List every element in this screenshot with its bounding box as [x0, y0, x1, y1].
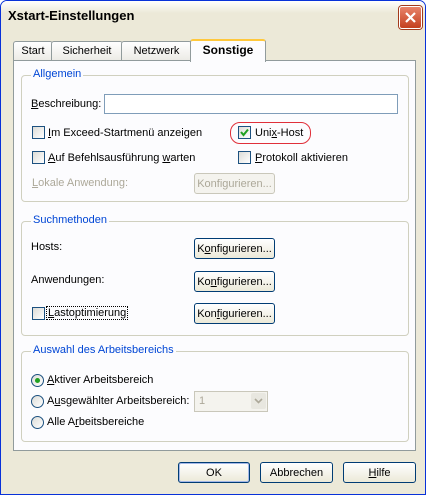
group-arbeitsbereich-title: Auswahl des Arbeitsbereichs [31, 344, 176, 356]
group-suchmethoden-title: Suchmethoden [31, 214, 109, 226]
abbrechen-button[interactable]: Abbrechen [260, 462, 333, 483]
tab-start[interactable]: Start [13, 41, 53, 60]
warten-checkbox[interactable] [32, 151, 45, 164]
lastoptimierung-checkbox[interactable] [32, 307, 45, 320]
tab-netzwerk[interactable]: Netzwerk [121, 41, 192, 60]
ok-button[interactable]: OK [178, 462, 250, 483]
radio-alle-label[interactable]: Alle Arbeitsbereiche [47, 416, 144, 428]
unixhost-label[interactable]: Unix-Host [255, 127, 303, 139]
protokoll-label[interactable]: Protokoll aktivieren [255, 152, 348, 164]
hilfe-button[interactable]: Hilfe [343, 462, 416, 483]
radio-alle[interactable] [31, 416, 44, 429]
arbeitsbereich-combo: 1 [194, 391, 268, 412]
checkmark-icon [240, 128, 249, 137]
lokale-configure-button: Konfigurieren... [194, 173, 275, 194]
protokoll-checkbox[interactable] [238, 151, 251, 164]
combo-value: 1 [199, 395, 206, 407]
hosts-label: Hosts: [31, 241, 63, 253]
beschreibung-label: Beschreibung: [31, 98, 102, 110]
warten-label[interactable]: Auf Befehlsausführung warten [48, 152, 195, 164]
tab-sicherheit[interactable]: Sicherheit [51, 41, 123, 60]
lokale-label: Lokale Anwendung: [32, 177, 129, 189]
hosts-configure-button[interactable]: Konfigurieren... [194, 238, 275, 259]
startmenu-checkbox[interactable] [32, 126, 45, 139]
close-button[interactable] [399, 6, 422, 29]
combo-arrow [251, 393, 266, 409]
lastoptimierung-label[interactable]: Lastoptimierung [46, 306, 129, 320]
startmenu-label[interactable]: Im Exceed-Startmenü anzeigen [48, 127, 202, 139]
radio-aktiv[interactable] [31, 374, 44, 387]
radio-ausgewaehlt[interactable] [31, 395, 44, 408]
radio-selected-dot [35, 378, 40, 383]
radio-ausgewaehlt-label[interactable]: Ausgewählter Arbeitsbereich: [47, 395, 189, 407]
window-title: Xstart-Einstellungen [8, 8, 135, 23]
radio-aktiv-label[interactable]: Aktiver Arbeitsbereich [47, 374, 153, 386]
group-allgemein-title: Allgemein [31, 68, 84, 80]
dialog-window: Xstart-Einstellungen Start Sicherheit Ne… [0, 0, 426, 495]
unixhost-checkbox[interactable] [238, 126, 251, 139]
anwendungen-configure-button[interactable]: Konfigurieren... [194, 271, 275, 292]
lastoptimierung-configure-button[interactable]: Konfigurieren... [194, 303, 275, 324]
chevron-down-icon [254, 398, 263, 404]
anwendungen-label: Anwendungen: [31, 274, 105, 286]
beschreibung-input[interactable] [104, 94, 398, 114]
tab-sonstige[interactable]: Sonstige [190, 39, 266, 62]
title-bar[interactable]: Xstart-Einstellungen [1, 1, 425, 31]
close-icon [405, 12, 416, 23]
